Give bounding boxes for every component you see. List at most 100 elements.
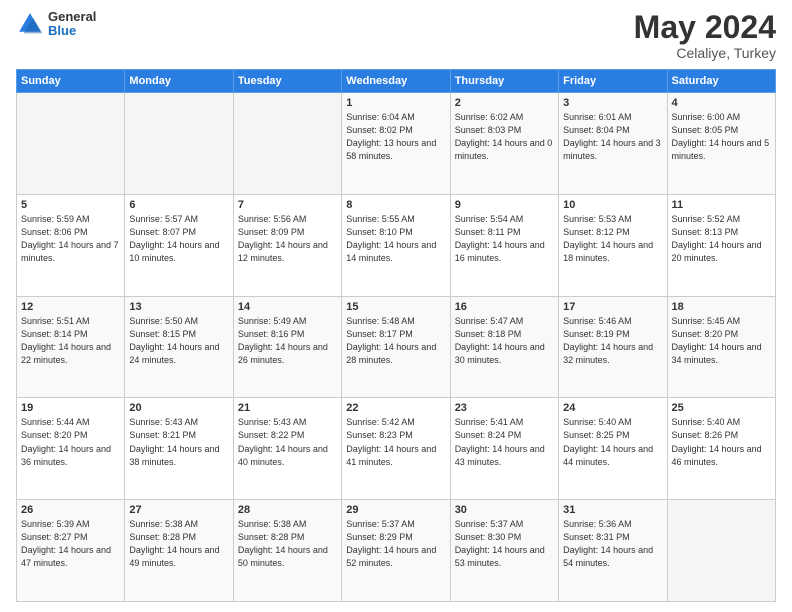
cell-content: Sunrise: 5:36 AM Sunset: 8:31 PM Dayligh… <box>563 518 662 570</box>
cell-content: Sunrise: 5:43 AM Sunset: 8:22 PM Dayligh… <box>238 416 337 468</box>
cell-content: Sunrise: 5:45 AM Sunset: 8:20 PM Dayligh… <box>672 315 771 367</box>
cell-content: Sunrise: 5:49 AM Sunset: 8:16 PM Dayligh… <box>238 315 337 367</box>
calendar-cell: 9 Sunrise: 5:54 AM Sunset: 8:11 PM Daylig… <box>450 194 558 296</box>
calendar-cell: 3Sunrise: 6:01 AM Sunset: 8:04 PM Daylig… <box>559 93 667 195</box>
cell-content: Sunrise: 5:40 AM Sunset: 8:26 PM Dayligh… <box>672 416 771 468</box>
day-number: 9 <box>455 199 554 211</box>
calendar-cell: 20 Sunrise: 5:43 AM Sunset: 8:21 PM Dayli… <box>125 398 233 500</box>
cell-content: Sunrise: 5:40 AM Sunset: 8:25 PM Dayligh… <box>563 416 662 468</box>
cell-content: Sunrise: 5:43 AM Sunset: 8:21 PM Dayligh… <box>129 416 228 468</box>
cell-content: Sunrise: 5:42 AM Sunset: 8:23 PM Dayligh… <box>346 416 445 468</box>
cell-content: Sunrise: 5:48 AM Sunset: 8:17 PM Dayligh… <box>346 315 445 367</box>
title-block: May 2024 Celaliye, Turkey <box>634 10 776 61</box>
weekday-header: Saturday <box>667 70 775 93</box>
weekday-header-row: SundayMondayTuesdayWednesdayThursdayFrid… <box>17 70 776 93</box>
calendar-cell: 7Sunrise: 5:56 AM Sunset: 8:09 PM Daylig… <box>233 194 341 296</box>
calendar-cell: 12 Sunrise: 5:51 AM Sunset: 8:14 PM Dayli… <box>17 296 125 398</box>
calendar-week-row: 12 Sunrise: 5:51 AM Sunset: 8:14 PM Dayli… <box>17 296 776 398</box>
day-number: 18 <box>672 301 771 313</box>
day-number: 27 <box>129 504 228 516</box>
cell-content: Sunrise: 5:37 AM Sunset: 8:30 PM Dayligh… <box>455 518 554 570</box>
calendar-cell: 10Sunrise: 5:53 AM Sunset: 8:12 PM Dayli… <box>559 194 667 296</box>
cell-content: Sunrise: 5:50 AM Sunset: 8:15 PM Dayligh… <box>129 315 228 367</box>
calendar-cell: 4 Sunrise: 6:00 AM Sunset: 8:05 PM Daylig… <box>667 93 775 195</box>
day-number: 19 <box>21 402 120 414</box>
calendar-cell <box>125 93 233 195</box>
day-number: 10 <box>563 199 662 211</box>
calendar-cell: 19 Sunrise: 5:44 AM Sunset: 8:20 PM Dayli… <box>17 398 125 500</box>
calendar-cell: 31 Sunrise: 5:36 AM Sunset: 8:31 PM Dayli… <box>559 500 667 602</box>
day-number: 23 <box>455 402 554 414</box>
calendar-week-row: 1 Sunrise: 6:04 AM Sunset: 8:02 PM Daylig… <box>17 93 776 195</box>
calendar-cell <box>17 93 125 195</box>
day-number: 16 <box>455 301 554 313</box>
day-number: 15 <box>346 301 445 313</box>
logo: General Blue <box>16 10 96 39</box>
logo-blue-text: Blue <box>48 24 96 38</box>
calendar-cell: 30Sunrise: 5:37 AM Sunset: 8:30 PM Dayli… <box>450 500 558 602</box>
day-number: 1 <box>346 97 445 109</box>
calendar-week-row: 26Sunrise: 5:39 AM Sunset: 8:27 PM Dayli… <box>17 500 776 602</box>
page: General Blue May 2024 Celaliye, Turkey S… <box>0 0 792 612</box>
calendar-cell: 14 Sunrise: 5:49 AM Sunset: 8:16 PM Dayli… <box>233 296 341 398</box>
cell-content: Sunrise: 5:59 AM Sunset: 8:06 PM Dayligh… <box>21 213 120 265</box>
day-number: 2 <box>455 97 554 109</box>
logo-text: General Blue <box>48 10 96 39</box>
calendar-cell <box>233 93 341 195</box>
calendar-cell: 5 Sunrise: 5:59 AM Sunset: 8:06 PM Daylig… <box>17 194 125 296</box>
calendar-cell: 16 Sunrise: 5:47 AM Sunset: 8:18 PM Dayli… <box>450 296 558 398</box>
day-number: 20 <box>129 402 228 414</box>
day-number: 4 <box>672 97 771 109</box>
location: Celaliye, Turkey <box>634 45 776 61</box>
calendar-cell: 26Sunrise: 5:39 AM Sunset: 8:27 PM Dayli… <box>17 500 125 602</box>
weekday-header: Tuesday <box>233 70 341 93</box>
calendar-cell: 18 Sunrise: 5:45 AM Sunset: 8:20 PM Dayli… <box>667 296 775 398</box>
calendar-cell: 24 Sunrise: 5:40 AM Sunset: 8:25 PM Dayli… <box>559 398 667 500</box>
calendar-table: SundayMondayTuesdayWednesdayThursdayFrid… <box>16 69 776 602</box>
day-number: 28 <box>238 504 337 516</box>
day-number: 24 <box>563 402 662 414</box>
cell-content: Sunrise: 6:04 AM Sunset: 8:02 PM Dayligh… <box>346 111 445 163</box>
header: General Blue May 2024 Celaliye, Turkey <box>16 10 776 61</box>
day-number: 31 <box>563 504 662 516</box>
calendar-cell: 21 Sunrise: 5:43 AM Sunset: 8:22 PM Dayli… <box>233 398 341 500</box>
day-number: 12 <box>21 301 120 313</box>
weekday-header: Monday <box>125 70 233 93</box>
cell-content: Sunrise: 5:51 AM Sunset: 8:14 PM Dayligh… <box>21 315 120 367</box>
cell-content: Sunrise: 5:38 AM Sunset: 8:28 PM Dayligh… <box>238 518 337 570</box>
day-number: 3 <box>563 97 662 109</box>
logo-icon <box>16 10 44 38</box>
day-number: 5 <box>21 199 120 211</box>
weekday-header: Friday <box>559 70 667 93</box>
weekday-header: Thursday <box>450 70 558 93</box>
day-number: 17 <box>563 301 662 313</box>
calendar-cell <box>667 500 775 602</box>
cell-content: Sunrise: 5:44 AM Sunset: 8:20 PM Dayligh… <box>21 416 120 468</box>
cell-content: Sunrise: 5:57 AM Sunset: 8:07 PM Dayligh… <box>129 213 228 265</box>
cell-content: Sunrise: 6:00 AM Sunset: 8:05 PM Dayligh… <box>672 111 771 163</box>
calendar-cell: 25Sunrise: 5:40 AM Sunset: 8:26 PM Dayli… <box>667 398 775 500</box>
cell-content: Sunrise: 5:37 AM Sunset: 8:29 PM Dayligh… <box>346 518 445 570</box>
day-number: 8 <box>346 199 445 211</box>
day-number: 6 <box>129 199 228 211</box>
day-number: 7 <box>238 199 337 211</box>
calendar-cell: 23Sunrise: 5:41 AM Sunset: 8:24 PM Dayli… <box>450 398 558 500</box>
cell-content: Sunrise: 6:02 AM Sunset: 8:03 PM Dayligh… <box>455 111 554 163</box>
day-number: 14 <box>238 301 337 313</box>
cell-content: Sunrise: 5:38 AM Sunset: 8:28 PM Dayligh… <box>129 518 228 570</box>
calendar-cell: 17Sunrise: 5:46 AM Sunset: 8:19 PM Dayli… <box>559 296 667 398</box>
calendar-cell: 6 Sunrise: 5:57 AM Sunset: 8:07 PM Daylig… <box>125 194 233 296</box>
calendar-cell: 15 Sunrise: 5:48 AM Sunset: 8:17 PM Dayli… <box>342 296 450 398</box>
calendar-cell: 11Sunrise: 5:52 AM Sunset: 8:13 PM Dayli… <box>667 194 775 296</box>
weekday-header: Sunday <box>17 70 125 93</box>
day-number: 13 <box>129 301 228 313</box>
cell-content: Sunrise: 5:47 AM Sunset: 8:18 PM Dayligh… <box>455 315 554 367</box>
cell-content: Sunrise: 5:54 AM Sunset: 8:11 PM Dayligh… <box>455 213 554 265</box>
logo-general-text: General <box>48 10 96 24</box>
calendar-cell: 8Sunrise: 5:55 AM Sunset: 8:10 PM Daylig… <box>342 194 450 296</box>
day-number: 21 <box>238 402 337 414</box>
calendar-cell: 28 Sunrise: 5:38 AM Sunset: 8:28 PM Dayli… <box>233 500 341 602</box>
calendar-cell: 22Sunrise: 5:42 AM Sunset: 8:23 PM Dayli… <box>342 398 450 500</box>
day-number: 26 <box>21 504 120 516</box>
calendar-cell: 2 Sunrise: 6:02 AM Sunset: 8:03 PM Daylig… <box>450 93 558 195</box>
